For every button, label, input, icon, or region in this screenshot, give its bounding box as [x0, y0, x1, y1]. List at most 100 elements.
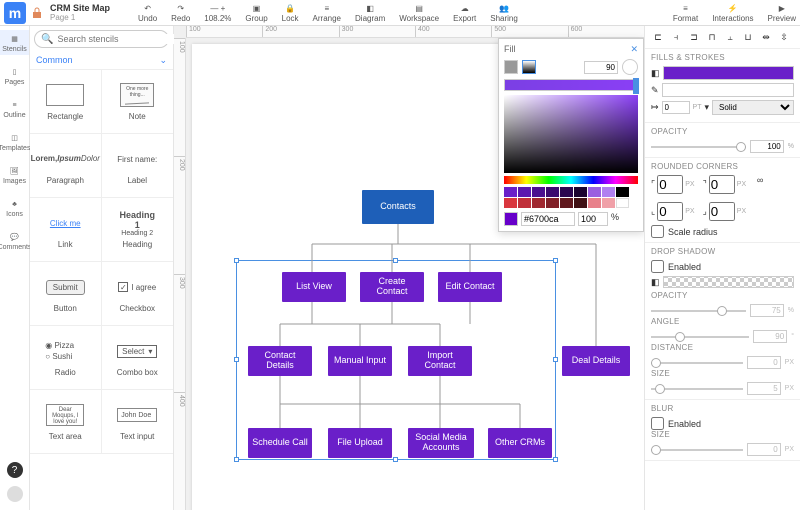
group-button[interactable]: ▣Group	[245, 2, 267, 23]
document-title-block[interactable]: CRM Site Map Page 1	[50, 3, 110, 22]
ds-distance-input[interactable]	[747, 356, 781, 369]
zoom-control[interactable]: — +108.2%	[204, 2, 231, 23]
scale-radius-checkbox[interactable]	[651, 225, 664, 238]
canvas[interactable]: 100200300400500600 100200300400 Contacts…	[174, 26, 644, 510]
ds-opacity-input[interactable]	[750, 304, 784, 317]
stroke-end-left-icon[interactable]: ↦	[651, 102, 659, 113]
user-avatar[interactable]	[7, 486, 23, 502]
diagram-button[interactable]: ◧Diagram	[355, 2, 385, 23]
node-contacts[interactable]: Contacts	[362, 190, 434, 224]
export-button[interactable]: ☁Export	[453, 2, 476, 23]
arrange-button[interactable]: ≡Arrange	[313, 2, 341, 23]
sharing-button[interactable]: 👥Sharing	[490, 2, 518, 23]
stencil-section-header[interactable]: Common⌄	[30, 52, 173, 70]
stencil-label[interactable]: First name:Label	[102, 134, 174, 198]
dropshadow-enabled-checkbox[interactable]	[651, 260, 664, 273]
search-input[interactable]	[57, 34, 174, 44]
stencil-search[interactable]: 🔍	[34, 30, 169, 48]
preview-button[interactable]: ▶Preview	[768, 2, 796, 23]
align-left-icon[interactable]: ⊏	[651, 30, 665, 44]
blur-enabled-checkbox[interactable]	[651, 417, 664, 430]
corner-tr-input[interactable]	[709, 175, 735, 194]
stroke-style-select[interactable]: Solid	[712, 100, 794, 115]
lock-button[interactable]: 🔒Lock	[282, 2, 299, 23]
corner-br-input[interactable]	[709, 202, 735, 221]
stencil-heading[interactable]: Heading 1Heading 2Heading	[102, 198, 174, 262]
rail-templates[interactable]: ◫Templates	[0, 129, 29, 154]
stroke-tool-icon[interactable]: ✎	[651, 85, 659, 96]
stencil-note[interactable]: One more thing...Note	[102, 70, 174, 134]
stencil-textinput[interactable]: John DoeText input	[102, 390, 174, 454]
node-deal-details[interactable]: Deal Details	[562, 346, 630, 376]
node-file-upload[interactable]: File Upload	[328, 428, 392, 458]
stencil-radio[interactable]: ◉ Pizza○ SushiRadio	[30, 326, 102, 390]
stroke-width-input[interactable]	[662, 101, 690, 114]
corner-tl-input[interactable]	[657, 175, 683, 194]
node-manual-input[interactable]: Manual Input	[328, 346, 392, 376]
stencil-checkbox[interactable]: ✓I agreeCheckbox	[102, 262, 174, 326]
gradient-bar[interactable]	[504, 79, 638, 91]
rail-icons[interactable]: ♣Icons	[0, 195, 29, 220]
stencil-combo[interactable]: Select▾Combo box	[102, 326, 174, 390]
format-button[interactable]: ≡Format	[673, 2, 698, 23]
interactions-button[interactable]: ⚡Interactions	[712, 2, 753, 23]
distribute-h-icon[interactable]: ⇹	[759, 30, 773, 44]
blur-size-input[interactable]	[747, 443, 781, 456]
align-bottom-icon[interactable]: ⊔	[741, 30, 755, 44]
shadow-color-preview[interactable]	[663, 276, 794, 288]
fill-gradient-swatch[interactable]	[522, 60, 536, 74]
stencil-rectangle[interactable]: Rectangle	[30, 70, 102, 134]
align-top-icon[interactable]: ⊓	[705, 30, 719, 44]
fill-preview[interactable]	[663, 66, 794, 80]
help-button[interactable]: ?	[7, 462, 23, 478]
node-list-view[interactable]: List View	[282, 272, 346, 302]
search-icon: 🔍	[41, 34, 53, 45]
node-schedule-call[interactable]: Schedule Call	[248, 428, 312, 458]
align-middle-v-icon[interactable]: ⫠	[723, 30, 737, 44]
hex-input[interactable]	[521, 212, 575, 226]
rail-comments[interactable]: 💬Comments	[0, 228, 29, 253]
ds-angle-input[interactable]	[753, 330, 787, 343]
node-contact-details[interactable]: Contact Details	[248, 346, 312, 376]
stencil-button[interactable]: SubmitButton	[30, 262, 102, 326]
rail-stencils[interactable]: ▦Stencils	[0, 30, 29, 55]
align-center-h-icon[interactable]: ⫞	[669, 30, 683, 44]
node-create-contact[interactable]: Create Contact	[360, 272, 424, 302]
corner-bl-input[interactable]	[657, 202, 683, 221]
color-swatches[interactable]	[504, 187, 638, 208]
align-right-icon[interactable]: ⊐	[687, 30, 701, 44]
fill-solid-swatch[interactable]	[504, 60, 518, 74]
fill-popup[interactable]: Fill✕ %	[498, 38, 644, 232]
undo-button[interactable]: ↶Undo	[138, 2, 157, 23]
opacity-input[interactable]	[750, 140, 784, 153]
stencil-textarea[interactable]: Dear Moqups, I love you!Text area	[30, 390, 102, 454]
fills-strokes-section: FILLS & STROKES ◧ ✎ ↦ PT ▾ Solid	[645, 49, 800, 123]
fill-tool-icon[interactable]: ◧	[651, 68, 660, 79]
color-opacity-input[interactable]	[578, 212, 608, 226]
gradient-angle-input[interactable]	[584, 61, 618, 74]
hue-slider[interactable]	[504, 176, 638, 184]
link-corners-icon[interactable]: ∞	[754, 175, 766, 194]
corner-br-icon: ⌟	[703, 206, 707, 217]
node-import-contact[interactable]: Import Contact	[408, 346, 472, 376]
rail-images[interactable]: 🖼Images	[0, 162, 29, 187]
rounded-corners-section: ROUNDED CORNERS ⌜PX ⌝PX ∞ ⌞PX ⌟PX Scale …	[645, 158, 800, 243]
stencil-link[interactable]: Click meLink	[30, 198, 102, 262]
node-other-crms[interactable]: Other CRMs	[488, 428, 552, 458]
stencil-paragraph[interactable]: Lorem,IpsumDolorParagraph	[30, 134, 102, 198]
opacity-slider[interactable]	[651, 146, 746, 148]
shadow-color-icon[interactable]: ◧	[651, 277, 660, 288]
rail-outline[interactable]: ≡Outline	[0, 96, 29, 121]
app-logo[interactable]: m	[4, 2, 26, 24]
ds-size-input[interactable]	[747, 382, 781, 395]
node-edit-contact[interactable]: Edit Contact	[438, 272, 502, 302]
distribute-v-icon[interactable]: ⇳	[777, 30, 791, 44]
saturation-picker[interactable]	[504, 95, 638, 173]
rail-pages[interactable]: ▯Pages	[0, 63, 29, 88]
stroke-preview[interactable]	[662, 83, 794, 97]
node-social-media[interactable]: Social Media Accounts	[408, 428, 474, 458]
redo-button[interactable]: ↷Redo	[171, 2, 190, 23]
angle-dial-icon[interactable]	[622, 59, 638, 75]
close-icon[interactable]: ✕	[630, 44, 638, 55]
workspace-button[interactable]: ▤Workspace	[399, 2, 439, 23]
